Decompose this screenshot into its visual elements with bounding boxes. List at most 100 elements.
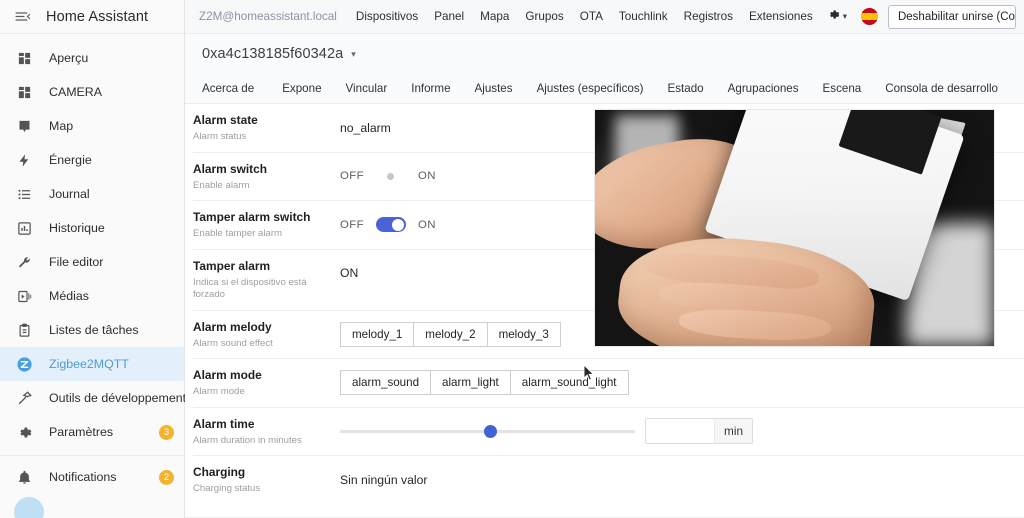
- sidebar-item-apercu[interactable]: Aperçu: [0, 41, 184, 75]
- expose-label-block: Tamper alarm Indica si el dispositivo es…: [193, 259, 340, 302]
- alarm-time-slider[interactable]: [340, 422, 635, 440]
- expose-description: Enable alarm: [193, 179, 250, 191]
- sidebar-item-outils-de-developpement[interactable]: Outils de développement: [0, 381, 186, 415]
- device-header: 0xa4c138185f60342a ▾: [185, 34, 1024, 74]
- bell-icon: [13, 466, 35, 488]
- settings-menu-button[interactable]: ▾: [827, 8, 847, 26]
- alarm-mode-option[interactable]: alarm_light: [430, 370, 510, 395]
- expose-label: Alarm switch: [193, 161, 268, 176]
- device-ieee-title: 0xa4c138185f60342a: [202, 46, 344, 62]
- expose-label-block: Alarm state Alarm status: [193, 113, 340, 144]
- tab-consola-de-desarrollo[interactable]: Consola de desarrollo: [873, 74, 1010, 104]
- sidebar-item-energie[interactable]: Énergie: [0, 143, 184, 177]
- tab-informe[interactable]: Informe: [399, 74, 462, 104]
- sidebar-item-label: Paramètres: [49, 425, 114, 439]
- dashboard-grid-icon: [13, 81, 35, 103]
- alarm-switch-toggle-group: OFF ON: [340, 169, 436, 184]
- alarm-melody-option[interactable]: melody_1: [340, 321, 414, 347]
- tab-acerca-de[interactable]: Acerca de: [202, 74, 270, 104]
- charging-value: Sin ningún valor: [340, 472, 428, 487]
- hammer-icon: [13, 387, 35, 409]
- expose-label: Alarm time: [193, 416, 255, 431]
- chart-box-icon: [13, 217, 35, 239]
- sidebar-item-journal[interactable]: Journal: [0, 177, 184, 211]
- format-list-icon: [13, 183, 35, 205]
- sidebar-item-medias[interactable]: Médias: [0, 279, 184, 313]
- sidebar: Home Assistant Aperçu CAMERA Map Énergie…: [0, 0, 186, 518]
- z2m-topnav: Z2M@homeassistant.local Dispositivos Pan…: [185, 0, 1024, 34]
- alarm-time-input[interactable]: [646, 419, 714, 443]
- nav-link-grupos[interactable]: Grupos: [517, 10, 571, 23]
- toggle-off-label: OFF: [340, 170, 364, 182]
- nav-link-panel[interactable]: Panel: [426, 10, 472, 23]
- sidebar-item-map[interactable]: Map: [0, 109, 184, 143]
- alarm-mode-button-group: alarm_sound alarm_light alarm_sound_ligh…: [340, 370, 629, 395]
- expose-description: Enable tamper alarm: [193, 228, 283, 239]
- nav-link-ota[interactable]: OTA: [572, 10, 611, 23]
- expose-label: Alarm state: [193, 113, 258, 127]
- expose-label-block: Tamper alarm switch Enable tamper alarm: [193, 210, 340, 241]
- device-tabs: Acerca de Expone Vincular Informe Ajuste…: [185, 74, 1024, 104]
- expose-label: Charging: [193, 465, 246, 479]
- permit-join-button[interactable]: Deshabilitar unirse (Coordinator) 03:27 …: [887, 4, 1016, 29]
- expose-description: Alarm duration in minutes: [193, 434, 302, 446]
- alarm-melody-option[interactable]: melody_3: [486, 321, 561, 347]
- expose-label: Alarm melody: [193, 319, 272, 334]
- tab-vincular[interactable]: Vincular: [334, 74, 400, 104]
- slider-thumb[interactable]: [483, 424, 497, 438]
- tab-expone[interactable]: Expone: [270, 74, 333, 104]
- toggle-on-label: ON: [417, 218, 436, 231]
- alarm-time-unit: min: [714, 419, 753, 443]
- app-root: Home Assistant Aperçu CAMERA Map Énergie…: [0, 0, 1024, 518]
- sidebar-item-camera[interactable]: CAMERA: [0, 75, 184, 109]
- nav-link-touchlink[interactable]: Touchlink: [611, 10, 676, 23]
- spain-flag-icon[interactable]: [860, 8, 878, 25]
- sidebar-item-historique[interactable]: Historique: [0, 211, 184, 245]
- chevron-down-icon[interactable]: ▾: [351, 49, 356, 60]
- expose-value-block: Sin ningún valor: [340, 465, 1024, 493]
- sidebar-item-label: Énergie: [49, 153, 92, 167]
- expose-content: Alarm state Alarm status no_alarm Alarm …: [185, 104, 1024, 518]
- nav-link-mapa[interactable]: Mapa: [472, 10, 517, 23]
- sidebar-item-listes-de-taches[interactable]: Listes de tâches: [0, 313, 184, 347]
- z2m-brand-link[interactable]: Z2M@homeassistant.local: [199, 10, 337, 23]
- tab-estado[interactable]: Estado: [656, 74, 716, 104]
- tamper-alarm-switch-toggle[interactable]: [375, 217, 406, 232]
- wrench-icon: [13, 251, 35, 273]
- expose-label: Tamper alarm: [193, 258, 271, 273]
- tab-ajustes-especificos[interactable]: Ajustes (específicos): [525, 74, 656, 104]
- tab-ajustes[interactable]: Ajustes: [463, 74, 525, 104]
- tab-agrupaciones[interactable]: Agrupaciones: [716, 74, 811, 104]
- menu-collapse-icon[interactable]: [10, 5, 34, 29]
- expose-label: Tamper alarm switch: [193, 210, 311, 224]
- tamper-alarm-switch-toggle-group: OFF ON: [340, 217, 436, 232]
- sidebar-item-notifications[interactable]: Notifications 2: [0, 460, 184, 494]
- expose-label-block: Alarm mode Alarm mode: [193, 368, 340, 399]
- sidebar-item-label: Listes de tâches: [49, 323, 139, 337]
- expose-description: Alarm status: [193, 131, 247, 142]
- sidebar-item-zigbee2mqtt[interactable]: Zigbee2MQTT: [0, 347, 184, 381]
- alarm-switch-toggle[interactable]: [376, 169, 406, 184]
- toggle-on-label: ON: [417, 170, 436, 182]
- cog-icon: [13, 421, 35, 443]
- alarm-time-control: min: [340, 418, 1024, 444]
- sidebar-item-label: Map: [49, 119, 74, 133]
- sidebar-item-parametres[interactable]: Paramètres 3: [0, 415, 184, 449]
- expose-description: Alarm mode: [193, 386, 245, 397]
- alarm-state-value: no_alarm: [340, 120, 391, 135]
- nav-link-extensiones[interactable]: Extensiones: [741, 10, 821, 23]
- chevron-down-icon: ▾: [842, 11, 847, 21]
- nav-link-registros[interactable]: Registros: [676, 10, 741, 23]
- nav-link-dispositivos[interactable]: Dispositivos: [348, 10, 426, 23]
- expose-row-alarm-mode: Alarm mode Alarm mode alarm_sound alarm_…: [193, 359, 1024, 408]
- alarm-mode-option[interactable]: alarm_sound_light: [509, 370, 629, 395]
- sidebar-item-file-editor[interactable]: File editor: [0, 245, 184, 279]
- toggle-knob: [392, 218, 405, 231]
- map-marker-account-icon: [13, 115, 35, 137]
- alarm-time-field: min: [645, 418, 754, 444]
- alarm-melody-option[interactable]: melody_2: [413, 321, 487, 347]
- tab-escena[interactable]: Escena: [811, 74, 874, 104]
- alarm-mode-option[interactable]: alarm_sound: [340, 370, 431, 395]
- expose-label-block: Charging Charging status: [193, 465, 340, 496]
- expose-label: Alarm mode: [193, 368, 262, 382]
